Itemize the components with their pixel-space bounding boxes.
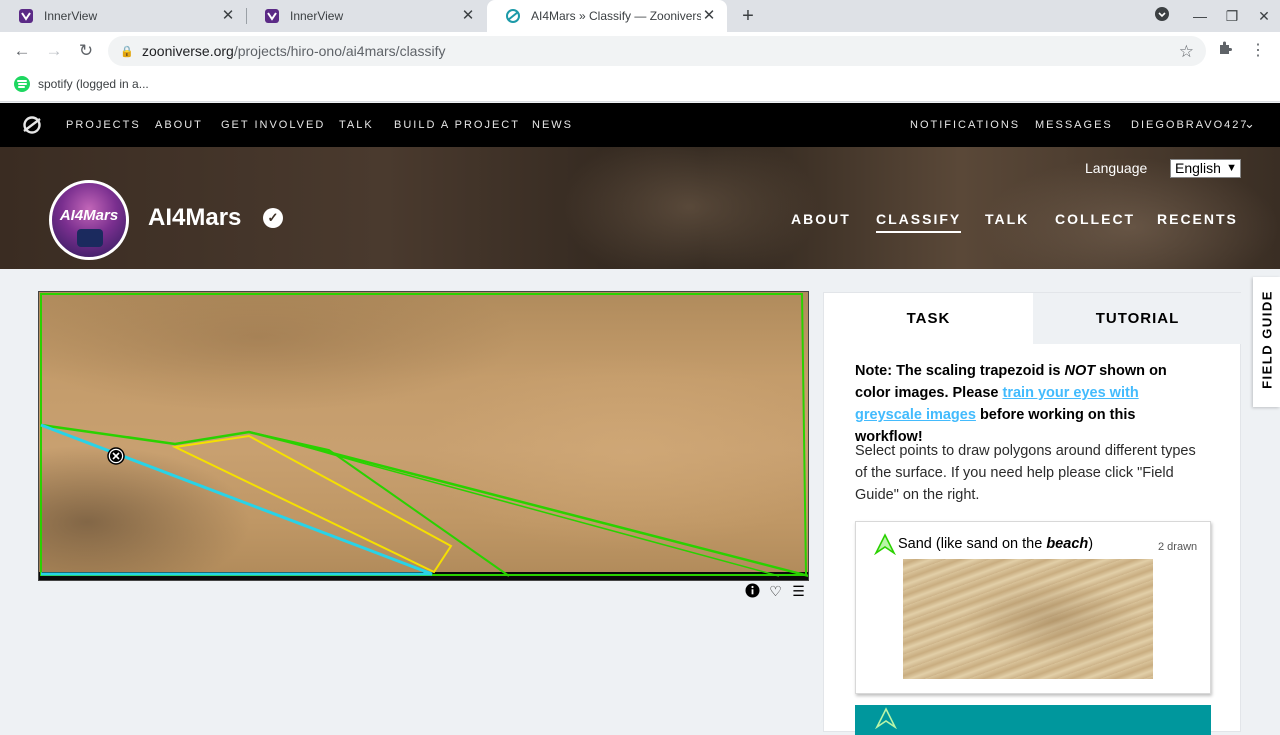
tool-choice-next[interactable] (855, 705, 1211, 735)
sand-example-image (903, 559, 1153, 679)
close-tab-icon[interactable]: ✕ (460, 8, 476, 24)
project-nav-collect[interactable]: COLLECT (1055, 211, 1135, 227)
project-header: AI4Mars AI4Mars ✓ Language English ▼ ABO… (0, 147, 1280, 269)
close-tab-icon[interactable]: ✕ (701, 8, 717, 24)
close-tab-icon[interactable]: ✕ (220, 8, 236, 24)
tab-search-icon[interactable] (1152, 6, 1172, 26)
innerview-favicon-icon (264, 8, 280, 24)
browser-tab[interactable]: InnerView ✕ (0, 0, 246, 32)
info-icon[interactable] (744, 583, 761, 600)
tab-task[interactable]: TASK (824, 293, 1033, 344)
note-emphasis: NOT (1064, 363, 1096, 379)
task-panel: TASK TUTORIAL Note: The scaling trapezoi… (823, 292, 1242, 735)
browser-tab-strip: InnerView ✕ InnerView ✕ AI4Mars » Classi… (0, 0, 1280, 32)
nav-news[interactable]: NEWS (532, 119, 573, 131)
reload-icon[interactable]: ↻ (75, 40, 97, 62)
polygon-triangle-icon (874, 533, 896, 555)
project-nav-about[interactable]: ABOUT (791, 211, 851, 227)
polygon-triangle-icon (875, 707, 897, 729)
minimize-icon[interactable]: — (1190, 6, 1210, 26)
workflow-note: Note: The scaling trapezoid is NOT shown… (855, 360, 1205, 448)
tab-title: InnerView (290, 9, 344, 23)
innerview-favicon-icon (18, 8, 34, 24)
tab-title: InnerView (44, 9, 98, 23)
collect-list-icon[interactable]: ☰ (790, 583, 807, 600)
nav-projects[interactable]: PROJECTS (66, 119, 141, 131)
field-guide-label: FIELD GUIDE (1259, 290, 1275, 389)
extensions-puzzle-icon[interactable] (1214, 40, 1236, 62)
url-path: /projects/hiro-ono/ai4mars/classify (233, 43, 446, 59)
drawn-count: 2 drawn (1158, 541, 1198, 553)
nav-talk[interactable]: TALK (339, 119, 374, 131)
more-menu-icon[interactable]: ⋮ (1247, 40, 1269, 62)
avatar-logo-text: AI4Mars (59, 207, 119, 224)
bookmarks-bar: spotify (logged in a... (0, 70, 1280, 102)
spotify-icon (14, 76, 30, 92)
favorite-heart-icon[interactable]: ♡ (767, 583, 784, 600)
chevron-down-icon[interactable]: ⌄ (1244, 116, 1257, 132)
project-title[interactable]: AI4Mars (148, 204, 241, 232)
delete-polygon-icon[interactable] (107, 447, 125, 465)
polygon-overlay[interactable] (39, 292, 809, 581)
zooniverse-top-nav: PROJECTS ABOUT GET INVOLVED TALK BUILD A… (0, 103, 1280, 147)
lock-icon: 🔒 (120, 45, 134, 58)
choice-label-text: Sand (like sand on the (898, 536, 1047, 552)
project-nav-classify[interactable]: CLASSIFY (876, 211, 962, 233)
restore-icon[interactable]: ❐ (1222, 6, 1242, 26)
yellow-polygon (171, 434, 453, 574)
rover-icon (77, 229, 103, 247)
browser-tab[interactable]: InnerView ✕ (246, 0, 486, 32)
browser-tab-active[interactable]: AI4Mars » Classify — Zooniverse ✕ (487, 0, 727, 32)
header-background (560, 147, 820, 269)
url-host: zooniverse.org (142, 43, 234, 59)
green-frame-polygon (40, 293, 808, 576)
task-instruction: Select points to draw polygons around di… (855, 443, 1196, 503)
user-menu[interactable]: DIEGOBRAVO427 (1131, 119, 1249, 131)
tab-tutorial[interactable]: TUTORIAL (1033, 293, 1242, 344)
close-window-icon[interactable]: ✕ (1254, 6, 1274, 26)
subject-controls: ♡ ☰ (744, 583, 807, 600)
note-text: Note: The scaling trapezoid is (855, 363, 1065, 379)
browser-toolbar: ← → ↻ 🔒 zooniverse.org/projects/hiro-ono… (0, 32, 1280, 70)
forward-icon[interactable]: → (43, 40, 65, 62)
new-tab-icon[interactable]: + (738, 6, 758, 26)
zooniverse-logo-icon[interactable] (22, 115, 42, 135)
nav-notifications[interactable]: NOTIFICATIONS (910, 119, 1020, 131)
zooniverse-favicon-icon (505, 8, 521, 24)
nav-about[interactable]: ABOUT (155, 119, 203, 131)
language-value: English (1175, 160, 1221, 176)
bookmark-spotify[interactable]: spotify (logged in a... (14, 76, 149, 92)
field-guide-button[interactable]: FIELD GUIDE (1253, 277, 1280, 407)
bookmark-star-icon[interactable]: ☆ (1179, 42, 1194, 62)
project-nav-recents[interactable]: RECENTS (1157, 211, 1238, 227)
choice-label-text: ) (1088, 536, 1094, 552)
project-avatar[interactable]: AI4Mars (49, 180, 129, 260)
cyan-polygon (40, 423, 433, 576)
tool-choice-label: Sand (like sand on the beach) (898, 536, 1093, 552)
project-nav-talk[interactable]: TALK (985, 211, 1029, 227)
language-select[interactable]: English ▼ (1170, 159, 1241, 178)
tab-title: AI4Mars » Classify — Zooniverse (531, 9, 701, 23)
nav-build-a-project[interactable]: BUILD A PROJECT (394, 119, 520, 131)
select-caret-icon: ▼ (1226, 162, 1237, 174)
subject-image-canvas[interactable] (38, 291, 809, 581)
language-label: Language (1085, 160, 1148, 176)
choice-label-emphasis: beach (1046, 536, 1089, 552)
bookmark-label: spotify (logged in a... (38, 77, 149, 91)
tool-choice-sand[interactable]: Sand (like sand on the beach) 2 drawn (855, 521, 1211, 694)
verified-badge-icon: ✓ (263, 208, 283, 228)
nav-get-involved[interactable]: GET INVOLVED (221, 119, 325, 131)
back-icon[interactable]: ← (11, 40, 33, 62)
nav-messages[interactable]: MESSAGES (1035, 119, 1113, 131)
address-bar[interactable]: 🔒 zooniverse.org/projects/hiro-ono/ai4ma… (108, 36, 1206, 66)
